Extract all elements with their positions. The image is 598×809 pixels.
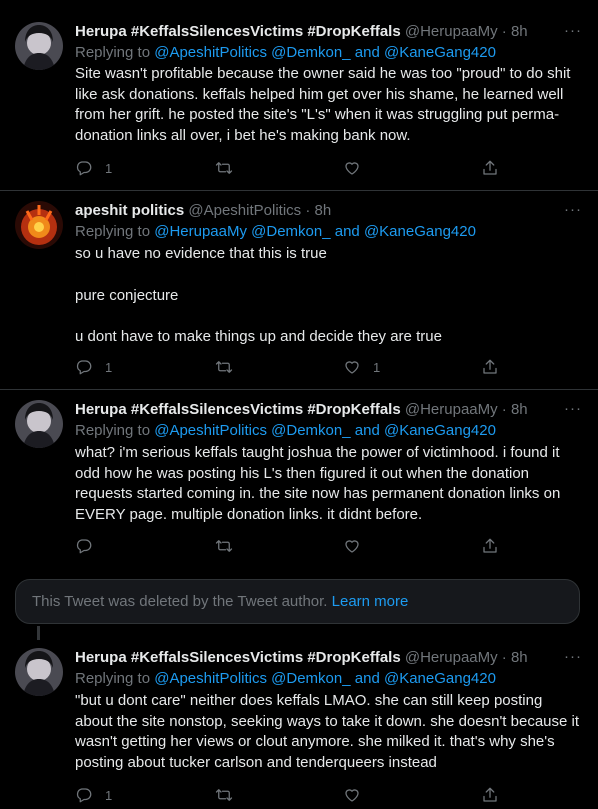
reply-users-link[interactable]: @ApeshitPolitics @Demkon_ [154,670,350,687]
share-button[interactable] [481,158,499,178]
more-icon[interactable]: ··· [564,22,582,39]
deleted-notice-text: This Tweet was deleted by the Tweet auth… [32,593,328,610]
retweet-icon [215,358,233,376]
timestamp[interactable]: · 8h [502,649,528,666]
tweet-text: "but u dont care" neither does keffals L… [75,692,580,771]
like-button[interactable] [343,158,373,178]
reply-icon [75,537,93,555]
like-button[interactable] [343,536,373,556]
reply-button[interactable] [75,536,105,556]
tweet-text: what? i'm serious keffals taught joshua … [75,444,561,523]
timestamp[interactable]: · 8h [305,202,331,219]
share-icon [481,786,499,804]
more-icon[interactable]: ··· [564,648,582,665]
reply-count: 1 [105,160,113,176]
handle[interactable]: @ApeshitPolitics [188,202,301,219]
more-icon[interactable]: ··· [564,201,582,218]
tweet[interactable]: apeshit politics @ApeshitPolitics · 8h ·… [0,191,598,389]
display-name[interactable]: Herupa #KeffalsSilencesVictims #DropKeff… [75,23,401,40]
share-button[interactable] [481,357,499,377]
share-button[interactable] [481,536,499,556]
like-icon [343,537,361,555]
tweet[interactable]: Herupa #KeffalsSilencesVictims #DropKeff… [0,626,598,809]
display-name[interactable]: Herupa #KeffalsSilencesVictims #DropKeff… [75,649,401,666]
reply-user-link[interactable]: @KaneGang420 [384,670,496,687]
retweet-button[interactable] [215,785,245,805]
replying-to: Replying to @ApeshitPolitics @Demkon_ an… [75,422,496,439]
handle[interactable]: @HerupaaMy [405,401,498,418]
share-button[interactable] [481,785,499,805]
learn-more-link[interactable]: Learn more [332,593,409,610]
tweet-header: apeshit politics @ApeshitPolitics · 8h [75,201,588,221]
tweet-actions [75,536,515,556]
deleted-tweet-notice: This Tweet was deleted by the Tweet auth… [15,579,580,624]
share-icon [481,159,499,177]
replying-to: Replying to @ApeshitPolitics @Demkon_ an… [75,44,496,61]
retweet-button[interactable] [215,158,245,178]
reply-user-link[interactable]: @KaneGang420 [384,422,496,439]
avatar-herupa[interactable] [15,648,63,696]
retweet-icon [215,159,233,177]
avatar-herupa[interactable] [15,400,63,448]
handle[interactable]: @HerupaaMy [405,649,498,666]
reply-users-link[interactable]: @HerupaaMy @Demkon_ [154,223,330,240]
handle[interactable]: @HerupaaMy [405,23,498,40]
retweet-button[interactable] [215,536,245,556]
thread-line [37,626,40,640]
tweet[interactable]: Herupa #KeffalsSilencesVictims #DropKeff… [0,0,598,190]
more-icon[interactable]: ··· [564,400,582,417]
like-button[interactable]: 1 [343,357,380,377]
reply-icon [75,358,93,376]
like-count: 1 [373,359,381,375]
reply-count: 1 [105,359,113,375]
avatar-herupa[interactable] [15,22,63,70]
reply-icon [75,159,93,177]
tweet-header: Herupa #KeffalsSilencesVictims #DropKeff… [75,22,588,42]
tweet-actions: 1 1 [75,357,515,377]
like-icon [343,786,361,804]
timestamp[interactable]: · 8h [502,401,528,418]
reply-users-link[interactable]: @ApeshitPolitics @Demkon_ [154,422,350,439]
avatar-apeshit[interactable] [15,201,63,249]
retweet-button[interactable] [215,357,245,377]
retweet-icon [215,786,233,804]
reply-user-link[interactable]: @KaneGang420 [364,223,476,240]
share-icon [481,358,499,376]
tweet-header: Herupa #KeffalsSilencesVictims #DropKeff… [75,648,588,668]
replying-to: Replying to @HerupaaMy @Demkon_ and @Kan… [75,223,476,240]
display-name[interactable]: apeshit politics [75,202,184,219]
tweet[interactable]: Herupa #KeffalsSilencesVictims #DropKeff… [0,390,598,565]
like-icon [343,358,361,376]
reply-user-link[interactable]: @KaneGang420 [384,44,496,61]
tweet-text: so u have no evidence that this is true … [75,245,442,345]
tweet-actions: 1 [75,158,515,178]
replying-to: Replying to @ApeshitPolitics @Demkon_ an… [75,670,496,687]
share-icon [481,537,499,555]
retweet-icon [215,537,233,555]
reply-users-link[interactable]: @ApeshitPolitics @Demkon_ [154,44,350,61]
reply-count: 1 [105,787,113,803]
display-name[interactable]: Herupa #KeffalsSilencesVictims #DropKeff… [75,401,401,418]
like-icon [343,159,361,177]
reply-button[interactable]: 1 [75,158,112,178]
timestamp[interactable]: · 8h [502,23,528,40]
like-button[interactable] [343,785,373,805]
tweet-text: Site wasn't profitable because the owner… [75,65,571,144]
tweet-actions: 1 [75,785,515,805]
tweet-header: Herupa #KeffalsSilencesVictims #DropKeff… [75,400,588,420]
reply-button[interactable]: 1 [75,357,112,377]
reply-button[interactable]: 1 [75,785,112,805]
reply-icon [75,786,93,804]
